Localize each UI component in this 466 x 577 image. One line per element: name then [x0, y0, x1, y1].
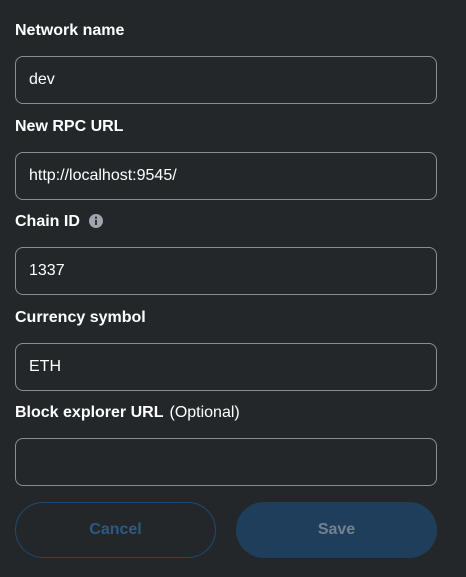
network-name-input[interactable]	[15, 56, 437, 104]
block-explorer-label: Block explorer URL (Optional)	[15, 403, 240, 423]
chain-id-label-text: Chain ID	[15, 213, 80, 230]
cancel-button[interactable]: Cancel	[15, 502, 216, 558]
chain-id-input[interactable]	[15, 247, 437, 295]
block-explorer-input[interactable]	[15, 438, 437, 486]
rpc-url-input[interactable]	[15, 152, 437, 200]
save-button[interactable]: Save	[236, 502, 437, 558]
optional-tag: (Optional)	[169, 404, 240, 421]
rpc-url-label-text: New RPC URL	[15, 118, 124, 135]
network-form: Network name New RPC URL Chain ID Curren…	[0, 0, 466, 577]
block-explorer-label-text: Block explorer URL	[15, 404, 164, 421]
network-name-label: Network name	[15, 21, 124, 41]
rpc-url-label: New RPC URL	[15, 117, 123, 137]
currency-symbol-input[interactable]	[15, 343, 437, 391]
network-name-label-text: Network name	[15, 22, 125, 39]
info-icon[interactable]	[88, 213, 104, 229]
currency-symbol-label: Currency symbol	[15, 308, 146, 328]
currency-symbol-label-text: Currency symbol	[15, 309, 146, 326]
chain-id-label: Chain ID	[15, 212, 104, 232]
